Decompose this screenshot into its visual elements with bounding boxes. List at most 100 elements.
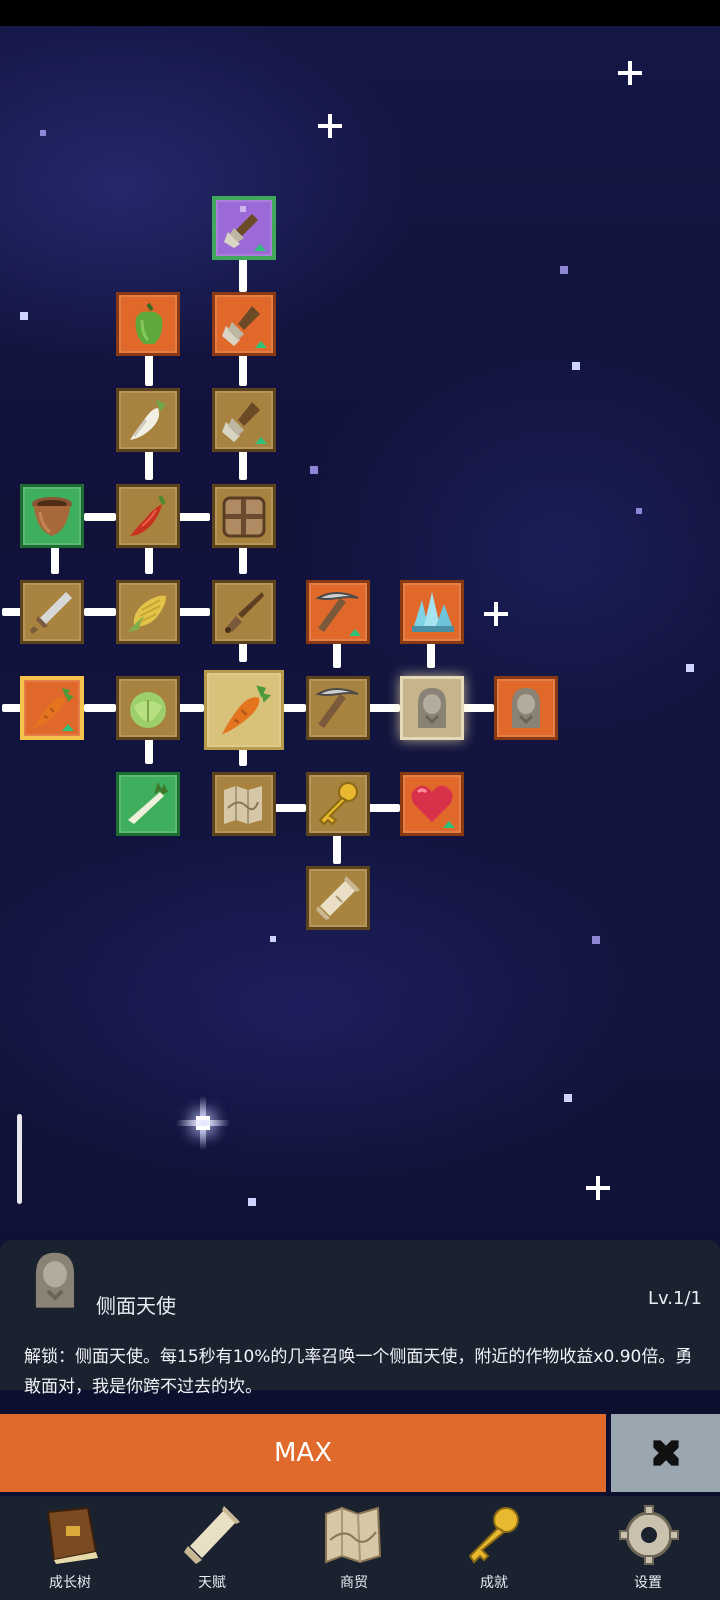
skill-node-pickaxe-up[interactable]: [306, 580, 370, 644]
gear-icon: [619, 1505, 679, 1565]
tree-link: [178, 608, 210, 616]
starfield-background: [0, 26, 720, 1266]
tree-link: [282, 704, 306, 712]
status-bar: [0, 0, 720, 26]
skill-node-pepper[interactable]: [116, 292, 180, 356]
skill-level: Lv.1/1: [648, 1288, 702, 1309]
star: [20, 312, 28, 320]
key-icon: [468, 1507, 519, 1564]
star: [572, 362, 580, 370]
tree-link: [2, 704, 22, 712]
max-button[interactable]: MAX: [0, 1414, 606, 1492]
star: [248, 1198, 256, 1206]
star: [310, 466, 318, 474]
star: [636, 508, 642, 514]
upgrade-arrow-icon: [443, 821, 455, 829]
carrot-icon: [221, 685, 272, 735]
dagger-icon: [225, 592, 264, 633]
star: [564, 1094, 572, 1102]
sparkle-star: [318, 114, 342, 138]
skill-node-carrot-up[interactable]: [20, 676, 84, 740]
skill-node-key[interactable]: [306, 772, 370, 836]
nav-label: 成就: [480, 1575, 508, 1591]
star: [270, 936, 276, 942]
cabbage-icon: [130, 692, 166, 728]
angel-statue-icon: [24, 1248, 86, 1310]
nav-tab-settings[interactable]: 设置: [588, 1500, 708, 1596]
book-icon: [46, 1506, 98, 1564]
tree-link: [239, 352, 247, 386]
star: [686, 664, 694, 672]
skill-node-chili[interactable]: [116, 484, 180, 548]
clay-pot-icon: [32, 497, 72, 536]
skill-node-shovel-2[interactable]: [212, 292, 276, 356]
radish-icon: [130, 400, 166, 440]
nav-label: 成长树: [49, 1575, 91, 1591]
map-icon: [224, 786, 262, 824]
sword-icon: [30, 592, 72, 634]
skill-node-map[interactable]: [212, 772, 276, 836]
skill-node-carrot-root[interactable]: [204, 670, 284, 750]
crate-icon: [222, 496, 266, 538]
skill-node-crystal[interactable]: [400, 580, 464, 644]
leek-icon: [128, 782, 168, 824]
upgrade-arrow-icon: [255, 437, 267, 445]
scroll-icon: [316, 876, 360, 920]
nav-label: 设置: [634, 1575, 662, 1591]
skill-node-heart[interactable]: [400, 772, 464, 836]
star: [560, 266, 568, 274]
skill-node-angel-side[interactable]: [400, 676, 464, 740]
sparkle-star: [484, 602, 508, 626]
star: [40, 130, 46, 136]
skill-description: 解锁：侧面天使。每15秒有10%的几率召唤一个侧面天使，附近的作物收益x0.90…: [24, 1347, 693, 1397]
tree-link: [368, 704, 400, 712]
crystal-icon: [412, 592, 454, 632]
tree-link: [145, 352, 153, 386]
skill-node-scroll[interactable]: [306, 866, 370, 930]
upgrade-arrow-icon: [255, 341, 267, 349]
skill-node-angel[interactable]: [494, 676, 558, 740]
key-icon: [318, 782, 358, 826]
tree-link: [462, 704, 494, 712]
close-x-icon: [652, 1440, 679, 1466]
tree-link: [178, 704, 204, 712]
skill-node-corn[interactable]: [116, 580, 180, 644]
tree-link: [272, 804, 306, 812]
skill-node-shovel-1[interactable]: [212, 388, 276, 452]
angel-statue-icon: [418, 688, 446, 728]
tree-link: [178, 513, 210, 521]
tree-link: [2, 608, 22, 616]
angel-statue-icon: [512, 688, 540, 728]
skill-node-radish[interactable]: [116, 388, 180, 452]
upgrade-arrow-icon: [349, 629, 361, 637]
pickaxe-icon: [315, 688, 359, 728]
tree-link: [239, 258, 247, 292]
skill-node-golden-shovel[interactable]: [212, 196, 276, 260]
nav-tab-talent[interactable]: 天赋: [152, 1500, 272, 1596]
star: [592, 936, 600, 944]
skill-node-crate[interactable]: [212, 484, 276, 548]
nav-tab-trade[interactable]: 商贸: [294, 1500, 414, 1596]
scroll-icon: [184, 1506, 240, 1564]
sparkle-star: [586, 1176, 610, 1200]
close-button[interactable]: [611, 1414, 720, 1492]
nav-tab-growth-tree[interactable]: 成长树: [10, 1500, 130, 1596]
tree-link: [368, 804, 400, 812]
skill-node-cabbage[interactable]: [116, 676, 180, 740]
tree-link: [84, 608, 116, 616]
map-icon: [325, 1506, 382, 1564]
scrollbar[interactable]: [17, 1114, 22, 1204]
nav-tab-achievements[interactable]: 成就: [434, 1500, 554, 1596]
upgrade-arrow-icon: [62, 724, 74, 732]
skill-node-leek[interactable]: [116, 772, 180, 836]
nav-label: 商贸: [340, 1575, 368, 1591]
skill-node-dagger[interactable]: [212, 580, 276, 644]
nav-label: 天赋: [198, 1575, 226, 1591]
sparkle-star: [618, 61, 642, 85]
skill-node-pickaxe[interactable]: [306, 676, 370, 740]
skill-title: 侧面天使: [96, 1294, 176, 1318]
bell-pepper-icon: [135, 302, 163, 344]
skill-node-pot[interactable]: [20, 484, 84, 548]
tree-link: [84, 704, 116, 712]
skill-node-sword[interactable]: [20, 580, 84, 644]
